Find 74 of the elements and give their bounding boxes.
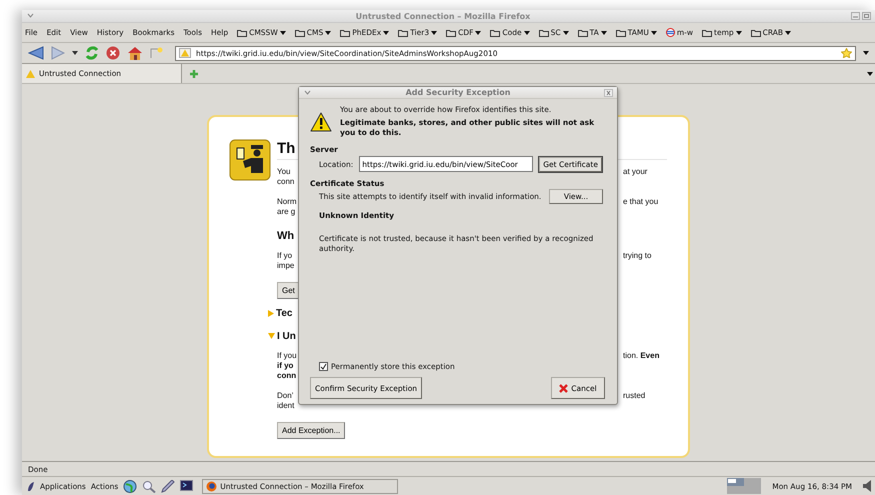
caret-icon <box>736 30 742 34</box>
paragraph-text: are g <box>277 207 296 217</box>
paragraph-text: rusted <box>623 391 646 401</box>
workspace-switcher-icon[interactable] <box>727 478 762 494</box>
paragraph-text: Don’ <box>277 391 294 401</box>
dropdown-icon[interactable] <box>72 51 78 55</box>
folder-icon <box>237 28 248 36</box>
folder-icon <box>538 28 549 36</box>
paragraph-text: You <box>277 167 290 177</box>
warning-icon <box>179 48 191 58</box>
section-heading[interactable]: Tec <box>276 308 292 318</box>
window-menu-icon[interactable] <box>303 88 312 96</box>
caret-icon <box>650 30 657 34</box>
folder-icon <box>398 28 408 36</box>
minimize-icon[interactable] <box>851 12 860 20</box>
caret-icon <box>524 30 530 34</box>
terminal-icon[interactable] <box>180 480 194 492</box>
home-icon[interactable] <box>127 46 143 60</box>
page-button[interactable]: Get <box>277 282 300 299</box>
caret-icon <box>325 30 332 34</box>
paragraph-text: conn <box>277 371 296 381</box>
paragraph-text: Norm <box>277 197 297 207</box>
page-heading: Th <box>277 139 296 159</box>
caret-icon[interactable] <box>863 51 869 55</box>
caret-icon <box>383 30 390 34</box>
maximize-icon[interactable] <box>862 12 871 20</box>
page-heading: Wh <box>277 229 294 244</box>
paragraph-text: conn <box>277 177 294 187</box>
dialog-title: Add Security Exception <box>404 88 512 97</box>
paragraph-text: ident <box>277 401 294 411</box>
paragraph-text: at your <box>623 167 648 177</box>
warning-icon <box>310 112 332 132</box>
window-menu-icon[interactable] <box>26 12 35 20</box>
stop-icon[interactable] <box>106 46 120 60</box>
folder-icon <box>490 28 500 36</box>
paragraph-text: trying to <box>623 251 652 261</box>
paragraph-text: e that you <box>623 197 658 207</box>
folder-icon <box>702 28 712 36</box>
folder-icon <box>616 28 626 36</box>
folder-icon <box>294 28 305 36</box>
paragraph-text: tion. Even <box>623 351 660 361</box>
paragraph-text: if yo <box>277 361 294 371</box>
checkbox[interactable] <box>319 362 328 371</box>
folder-icon <box>578 28 588 36</box>
caret-icon <box>280 30 286 34</box>
folder-icon <box>340 28 350 36</box>
cross-icon <box>559 384 568 392</box>
caret-icon[interactable] <box>867 72 873 76</box>
star-icon[interactable] <box>841 48 852 58</box>
officer-icon <box>229 139 271 181</box>
caret-icon <box>785 30 792 34</box>
paragraph-text: If you <box>277 351 297 361</box>
close-icon[interactable] <box>604 88 613 96</box>
caret-icon <box>431 30 438 34</box>
new-tab-icon[interactable] <box>190 70 198 78</box>
paragraph-text: If yo <box>277 251 292 261</box>
speaker-icon[interactable] <box>863 480 871 492</box>
page-button[interactable]: Add Exception... <box>277 422 346 439</box>
reload-icon[interactable] <box>85 46 99 60</box>
folder-icon <box>750 28 761 36</box>
paragraph-text: impe <box>277 261 294 271</box>
section-heading[interactable]: I Un <box>277 330 296 342</box>
caret-icon <box>562 30 569 34</box>
magnifier-icon[interactable] <box>142 480 156 492</box>
check-icon <box>320 363 327 370</box>
pen-icon[interactable] <box>161 480 176 492</box>
caret-icon <box>475 30 482 34</box>
warning-icon <box>26 70 35 78</box>
forward-icon[interactable] <box>51 46 65 60</box>
back-icon[interactable] <box>28 46 44 60</box>
caret-icon <box>600 30 607 34</box>
folder-icon <box>446 28 456 36</box>
bookmark-page-icon[interactable] <box>150 47 164 59</box>
window-title: Untrusted Connection – Mozilla Firefox <box>354 12 532 20</box>
